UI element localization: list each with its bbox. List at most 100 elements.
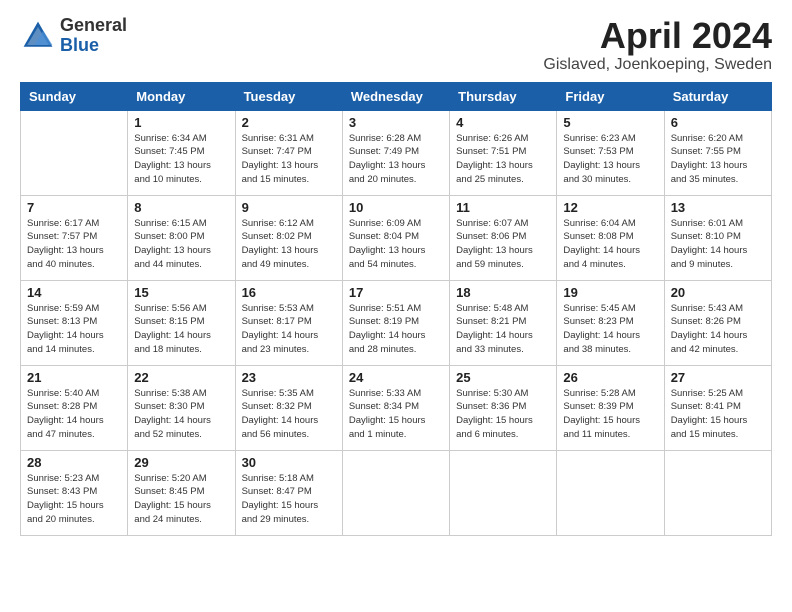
day-info: Sunrise: 5:51 AMSunset: 8:19 PMDaylight:… — [349, 302, 443, 357]
calendar-cell: 26 Sunrise: 5:28 AMSunset: 8:39 PMDayligh… — [557, 365, 664, 450]
calendar-cell: 29 Sunrise: 5:20 AMSunset: 8:45 PMDayligh… — [128, 450, 235, 535]
day-number: 11 — [456, 200, 550, 215]
day-info: Sunrise: 5:23 AMSunset: 8:43 PMDaylight:… — [27, 472, 121, 527]
calendar-cell — [21, 110, 128, 195]
calendar-cell: 22Sunrise: 5:38 AMSunset: 8:30 PMDayligh… — [128, 365, 235, 450]
day-info: Sunrise: 6:34 AMSunset: 7:45 PMDaylight:… — [134, 132, 228, 187]
day-number: 12 — [563, 200, 657, 215]
calendar-cell: 5Sunrise: 6:23 AMSunset: 7:53 PMDaylight… — [557, 110, 664, 195]
day-info: Sunrise: 5:35 AMSunset: 8:32 PMDaylight:… — [242, 387, 336, 442]
calendar-cell: 19 Sunrise: 5:45 AMSunset: 8:23 PMDayligh… — [557, 280, 664, 365]
day-info: Sunrise: 5:30 AMSunset: 8:36 PMDaylight:… — [456, 387, 550, 442]
calendar-cell: 17 Sunrise: 5:51 AMSunset: 8:19 PMDayligh… — [342, 280, 449, 365]
week-row-1: 1 Sunrise: 6:34 AMSunset: 7:45 PMDaylight… — [21, 110, 772, 195]
calendar-header-row: SundayMondayTuesdayWednesdayThursdayFrid… — [21, 82, 772, 110]
logo-text: General Blue — [60, 16, 127, 56]
calendar-table: SundayMondayTuesdayWednesdayThursdayFrid… — [20, 82, 772, 536]
day-number: 14 — [27, 285, 121, 300]
day-number: 16 — [242, 285, 336, 300]
day-info: Sunrise: 5:45 AMSunset: 8:23 PMDaylight:… — [563, 302, 657, 357]
month-title: April 2024 — [543, 16, 772, 56]
day-number: 17 — [349, 285, 443, 300]
week-row-5: 28 Sunrise: 5:23 AMSunset: 8:43 PMDayligh… — [21, 450, 772, 535]
logo: General Blue — [20, 16, 127, 56]
logo-general-text: General — [60, 16, 127, 36]
calendar-cell — [342, 450, 449, 535]
day-info: Sunrise: 6:20 AMSunset: 7:55 PMDaylight:… — [671, 132, 765, 187]
day-number: 21 — [27, 370, 121, 385]
logo-icon — [20, 18, 56, 54]
day-info: Sunrise: 6:12 AMSunset: 8:02 PMDaylight:… — [242, 217, 336, 272]
calendar-cell: 8 Sunrise: 6:15 AMSunset: 8:00 PMDaylight… — [128, 195, 235, 280]
col-header-thursday: Thursday — [450, 82, 557, 110]
calendar-cell: 18Sunrise: 5:48 AMSunset: 8:21 PMDayligh… — [450, 280, 557, 365]
col-header-monday: Monday — [128, 82, 235, 110]
day-number: 30 — [242, 455, 336, 470]
day-info: Sunrise: 6:17 AMSunset: 7:57 PMDaylight:… — [27, 217, 121, 272]
day-number: 26 — [563, 370, 657, 385]
calendar-cell: 16 Sunrise: 5:53 AMSunset: 8:17 PMDayligh… — [235, 280, 342, 365]
day-info: Sunrise: 6:01 AMSunset: 8:10 PMDaylight:… — [671, 217, 765, 272]
day-info: Sunrise: 5:18 AMSunset: 8:47 PMDaylight:… — [242, 472, 336, 527]
day-number: 6 — [671, 115, 765, 130]
logo-blue-text: Blue — [60, 36, 127, 56]
day-number: 5 — [563, 115, 657, 130]
day-number: 9 — [242, 200, 336, 215]
day-info: Sunrise: 5:43 AMSunset: 8:26 PMDaylight:… — [671, 302, 765, 357]
calendar-cell: 6 Sunrise: 6:20 AMSunset: 7:55 PMDaylight… — [664, 110, 771, 195]
calendar-cell: 27 Sunrise: 5:25 AMSunset: 8:41 PMDayligh… — [664, 365, 771, 450]
day-info: Sunrise: 5:20 AMSunset: 8:45 PMDaylight:… — [134, 472, 228, 527]
col-header-wednesday: Wednesday — [342, 82, 449, 110]
day-number: 8 — [134, 200, 228, 215]
day-number: 4 — [456, 115, 550, 130]
header: General Blue April 2024 Gislaved, Joenko… — [20, 16, 772, 74]
day-info: Sunrise: 6:15 AMSunset: 8:00 PMDaylight:… — [134, 217, 228, 272]
week-row-3: 14 Sunrise: 5:59 AMSunset: 8:13 PMDayligh… — [21, 280, 772, 365]
title-section: April 2024 Gislaved, Joenkoeping, Sweden — [543, 16, 772, 74]
day-number: 7 — [27, 200, 121, 215]
day-info: Sunrise: 5:53 AMSunset: 8:17 PMDaylight:… — [242, 302, 336, 357]
calendar-cell: 24Sunrise: 5:33 AMSunset: 8:34 PMDayligh… — [342, 365, 449, 450]
week-row-4: 21 Sunrise: 5:40 AMSunset: 8:28 PMDayligh… — [21, 365, 772, 450]
day-number: 3 — [349, 115, 443, 130]
calendar-cell: 28 Sunrise: 5:23 AMSunset: 8:43 PMDayligh… — [21, 450, 128, 535]
day-info: Sunrise: 5:40 AMSunset: 8:28 PMDaylight:… — [27, 387, 121, 442]
calendar-cell: 21 Sunrise: 5:40 AMSunset: 8:28 PMDayligh… — [21, 365, 128, 450]
day-info: Sunrise: 6:26 AMSunset: 7:51 PMDaylight:… — [456, 132, 550, 187]
day-number: 10 — [349, 200, 443, 215]
day-number: 24 — [349, 370, 443, 385]
day-info: Sunrise: 5:28 AMSunset: 8:39 PMDaylight:… — [563, 387, 657, 442]
col-header-sunday: Sunday — [21, 82, 128, 110]
calendar-cell: 15Sunrise: 5:56 AMSunset: 8:15 PMDayligh… — [128, 280, 235, 365]
calendar-cell: 23Sunrise: 5:35 AMSunset: 8:32 PMDayligh… — [235, 365, 342, 450]
calendar-cell: 3 Sunrise: 6:28 AMSunset: 7:49 PMDaylight… — [342, 110, 449, 195]
day-info: Sunrise: 5:38 AMSunset: 8:30 PMDaylight:… — [134, 387, 228, 442]
calendar-cell: 4 Sunrise: 6:26 AMSunset: 7:51 PMDaylight… — [450, 110, 557, 195]
day-info: Sunrise: 5:59 AMSunset: 8:13 PMDaylight:… — [27, 302, 121, 357]
col-header-tuesday: Tuesday — [235, 82, 342, 110]
day-number: 27 — [671, 370, 765, 385]
day-number: 18 — [456, 285, 550, 300]
day-number: 1 — [134, 115, 228, 130]
calendar-cell: 2Sunrise: 6:31 AMSunset: 7:47 PMDaylight… — [235, 110, 342, 195]
day-info: Sunrise: 6:07 AMSunset: 8:06 PMDaylight:… — [456, 217, 550, 272]
day-number: 28 — [27, 455, 121, 470]
day-number: 20 — [671, 285, 765, 300]
calendar-cell: 25 Sunrise: 5:30 AMSunset: 8:36 PMDayligh… — [450, 365, 557, 450]
col-header-friday: Friday — [557, 82, 664, 110]
calendar-cell — [450, 450, 557, 535]
col-header-saturday: Saturday — [664, 82, 771, 110]
calendar-cell: 30 Sunrise: 5:18 AMSunset: 8:47 PMDayligh… — [235, 450, 342, 535]
calendar-cell: 10 Sunrise: 6:09 AMSunset: 8:04 PMDayligh… — [342, 195, 449, 280]
day-number: 25 — [456, 370, 550, 385]
day-info: Sunrise: 5:25 AMSunset: 8:41 PMDaylight:… — [671, 387, 765, 442]
day-number: 29 — [134, 455, 228, 470]
calendar-cell: 7 Sunrise: 6:17 AMSunset: 7:57 PMDaylight… — [21, 195, 128, 280]
day-number: 19 — [563, 285, 657, 300]
day-info: Sunrise: 6:09 AMSunset: 8:04 PMDaylight:… — [349, 217, 443, 272]
location-subtitle: Gislaved, Joenkoeping, Sweden — [543, 56, 772, 74]
calendar-cell: 13Sunrise: 6:01 AMSunset: 8:10 PMDayligh… — [664, 195, 771, 280]
calendar-cell: 9 Sunrise: 6:12 AMSunset: 8:02 PMDaylight… — [235, 195, 342, 280]
day-info: Sunrise: 6:28 AMSunset: 7:49 PMDaylight:… — [349, 132, 443, 187]
calendar-cell: 20 Sunrise: 5:43 AMSunset: 8:26 PMDayligh… — [664, 280, 771, 365]
